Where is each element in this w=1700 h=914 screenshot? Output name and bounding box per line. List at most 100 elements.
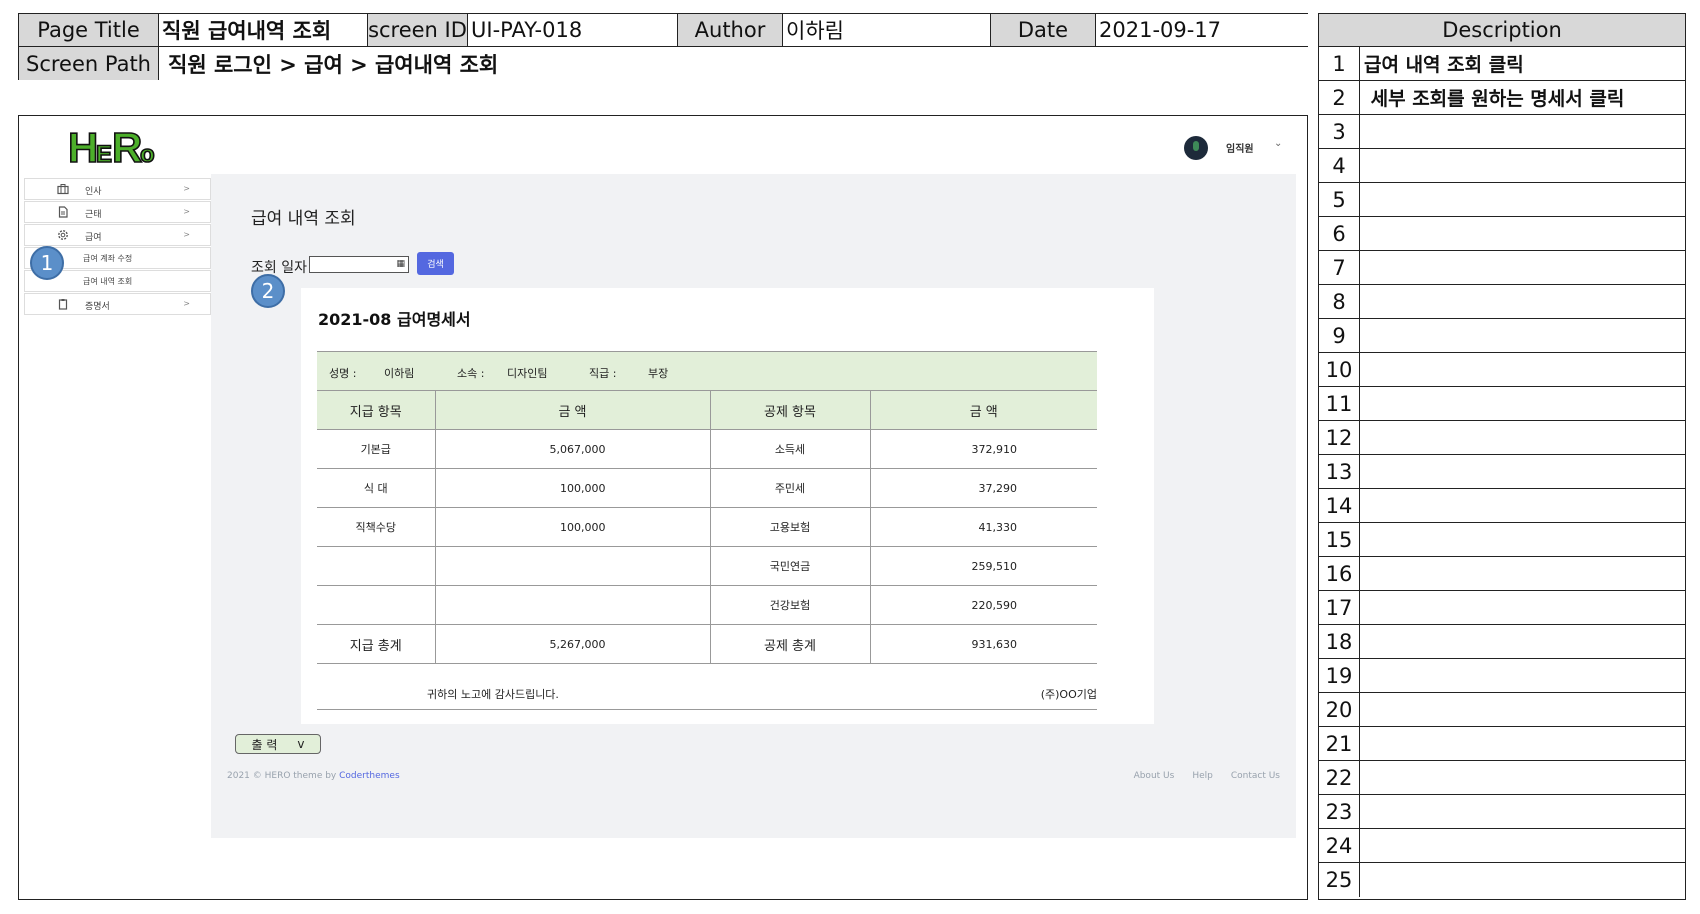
avatar[interactable] (1184, 136, 1208, 160)
description-row: 10 (1319, 353, 1685, 387)
footer-link-help[interactable]: Help (1192, 771, 1213, 781)
print-button[interactable]: 출 력 v (235, 734, 321, 754)
print-button-label: 출 력 (251, 737, 278, 752)
table-row: 국민연금 259,510 (317, 546, 1097, 586)
sidebar-item-attendance[interactable]: 근태 > (24, 201, 211, 223)
sidebar-item-label: 인사 (85, 187, 102, 197)
svg-text:E: E (96, 141, 112, 168)
page-heading: 급여 내역 조회 (251, 209, 356, 229)
table-cell: 37,290 (869, 468, 1097, 508)
copyright: 2021 © HERO theme by Coderthemes (227, 771, 400, 781)
search-button[interactable]: 검색 (417, 252, 454, 275)
page-title-value: 직원 급여내역 조회 (159, 14, 368, 47)
app-window: H E R o 임직원 ⌄ 인사 > 근태 > 급여 > 급여 계좌 수정 급여… (21, 118, 1296, 838)
table-cell: 100,000 (434, 468, 710, 508)
svg-text:o: o (140, 141, 155, 168)
table-cell: 5,067,000 (434, 429, 710, 469)
sidebar-item-hr[interactable]: 인사 > (24, 178, 211, 200)
description-row-number: 3 (1319, 115, 1360, 148)
description-row: 20 (1319, 693, 1685, 727)
chevron-right-icon: > (183, 230, 190, 239)
description-row: 3 (1319, 115, 1685, 149)
description-row-number: 13 (1319, 455, 1360, 488)
footer-link-about[interactable]: About Us (1134, 771, 1175, 781)
description-row-text (1360, 217, 1685, 250)
description-row-text (1360, 795, 1685, 828)
sidebar-item-payroll[interactable]: 급여 > (24, 224, 211, 246)
company-name: (주)OO기업 (1040, 688, 1097, 701)
document-icon (58, 206, 68, 218)
table-cell: 220,590 (869, 585, 1097, 625)
table-row: 직책수당 100,000 고용보험 41,330 (317, 507, 1097, 547)
description-row-text (1360, 693, 1685, 726)
table-cell: 41,330 (869, 507, 1097, 547)
author-label: Author (678, 14, 783, 47)
table-row: 기본급 5,067,000 소득세 372,910 (317, 429, 1097, 469)
table-cell: 공제 총계 (709, 624, 870, 664)
description-row: 19 (1319, 659, 1685, 693)
description-row: 1 급여 내역 조회 클릭 (1319, 47, 1685, 81)
table-cell: 직책수당 (317, 507, 435, 547)
hero-logo[interactable]: H E R o (68, 122, 168, 170)
footer-link-contact[interactable]: Contact Us (1231, 771, 1280, 781)
description-row-number: 15 (1319, 523, 1360, 556)
description-row: 5 (1319, 183, 1685, 217)
employee-info-row: 성명 : 이하림 소속 : 디자인팀 직급 : 부장 (317, 351, 1097, 390)
description-row-number: 10 (1319, 353, 1360, 386)
table-cell: 주민세 (709, 468, 870, 508)
description-row-text (1360, 149, 1685, 182)
description-row: 16 (1319, 557, 1685, 591)
table-cell: 259,510 (869, 546, 1097, 586)
description-row-text (1360, 727, 1685, 760)
query-date-input[interactable]: ▦ (309, 256, 409, 273)
payslip-card[interactable]: 2021-08 급여명세서 성명 : 이하림 소속 : 디자인팀 직급 : 부장… (301, 288, 1154, 724)
description-row-text (1360, 557, 1685, 590)
sidebar-item-label: 급여 (85, 233, 102, 243)
description-row-number: 1 (1319, 47, 1360, 80)
description-row-number: 9 (1319, 319, 1360, 352)
gear-icon (58, 230, 68, 240)
dept-label: 소속 : (457, 367, 485, 380)
column-header: 금 액 (869, 390, 1097, 430)
description-row-text (1360, 625, 1685, 658)
calendar-icon[interactable]: ▦ (396, 259, 405, 269)
screen-id-label: screen ID (368, 14, 468, 47)
table-cell: 고용보험 (709, 507, 870, 547)
description-row: 18 (1319, 625, 1685, 659)
description-row-text (1360, 319, 1685, 352)
chevron-right-icon: > (183, 299, 190, 308)
chevron-down-icon[interactable]: ⌄ (1274, 138, 1282, 149)
chevron-right-icon: > (183, 184, 190, 193)
table-row: 지급 총계 5,267,000 공제 총계 931,630 (317, 624, 1097, 664)
chevron-right-icon: > (183, 207, 190, 216)
rank-label: 직급 : (589, 367, 617, 380)
description-row: 14 (1319, 489, 1685, 523)
coderthemes-link[interactable]: Coderthemes (339, 771, 400, 781)
screen-path-label: Screen Path (19, 47, 159, 80)
table-cell (434, 585, 710, 625)
user-name[interactable]: 임직원 (1226, 140, 1254, 155)
description-row-number: 11 (1319, 387, 1360, 420)
description-row-number: 14 (1319, 489, 1360, 522)
description-row-text (1360, 659, 1685, 692)
rank-value: 부장 (648, 367, 669, 380)
description-row: 15 (1319, 523, 1685, 557)
table-cell: 기본급 (317, 429, 435, 469)
table-cell: 100,000 (434, 507, 710, 547)
description-row-number: 25 (1319, 863, 1360, 897)
description-row-text (1360, 455, 1685, 488)
payslip-title[interactable]: 2021-08 급여명세서 (318, 306, 471, 330)
sidebar-item-certificate[interactable]: 증명서 > (24, 293, 211, 315)
name-label: 성명 : (329, 367, 357, 380)
description-row: 23 (1319, 795, 1685, 829)
description-row-number: 22 (1319, 761, 1360, 794)
svg-text:H: H (68, 124, 98, 170)
description-row: 7 (1319, 251, 1685, 285)
description-row-text (1360, 863, 1685, 897)
description-row-number: 4 (1319, 149, 1360, 182)
table-cell: 식 대 (317, 468, 435, 508)
description-row-text (1360, 761, 1685, 794)
table-cell: 건강보험 (709, 585, 870, 625)
screen-id-value: UI-PAY-018 (468, 14, 678, 47)
page-title-label: Page Title (19, 14, 159, 47)
